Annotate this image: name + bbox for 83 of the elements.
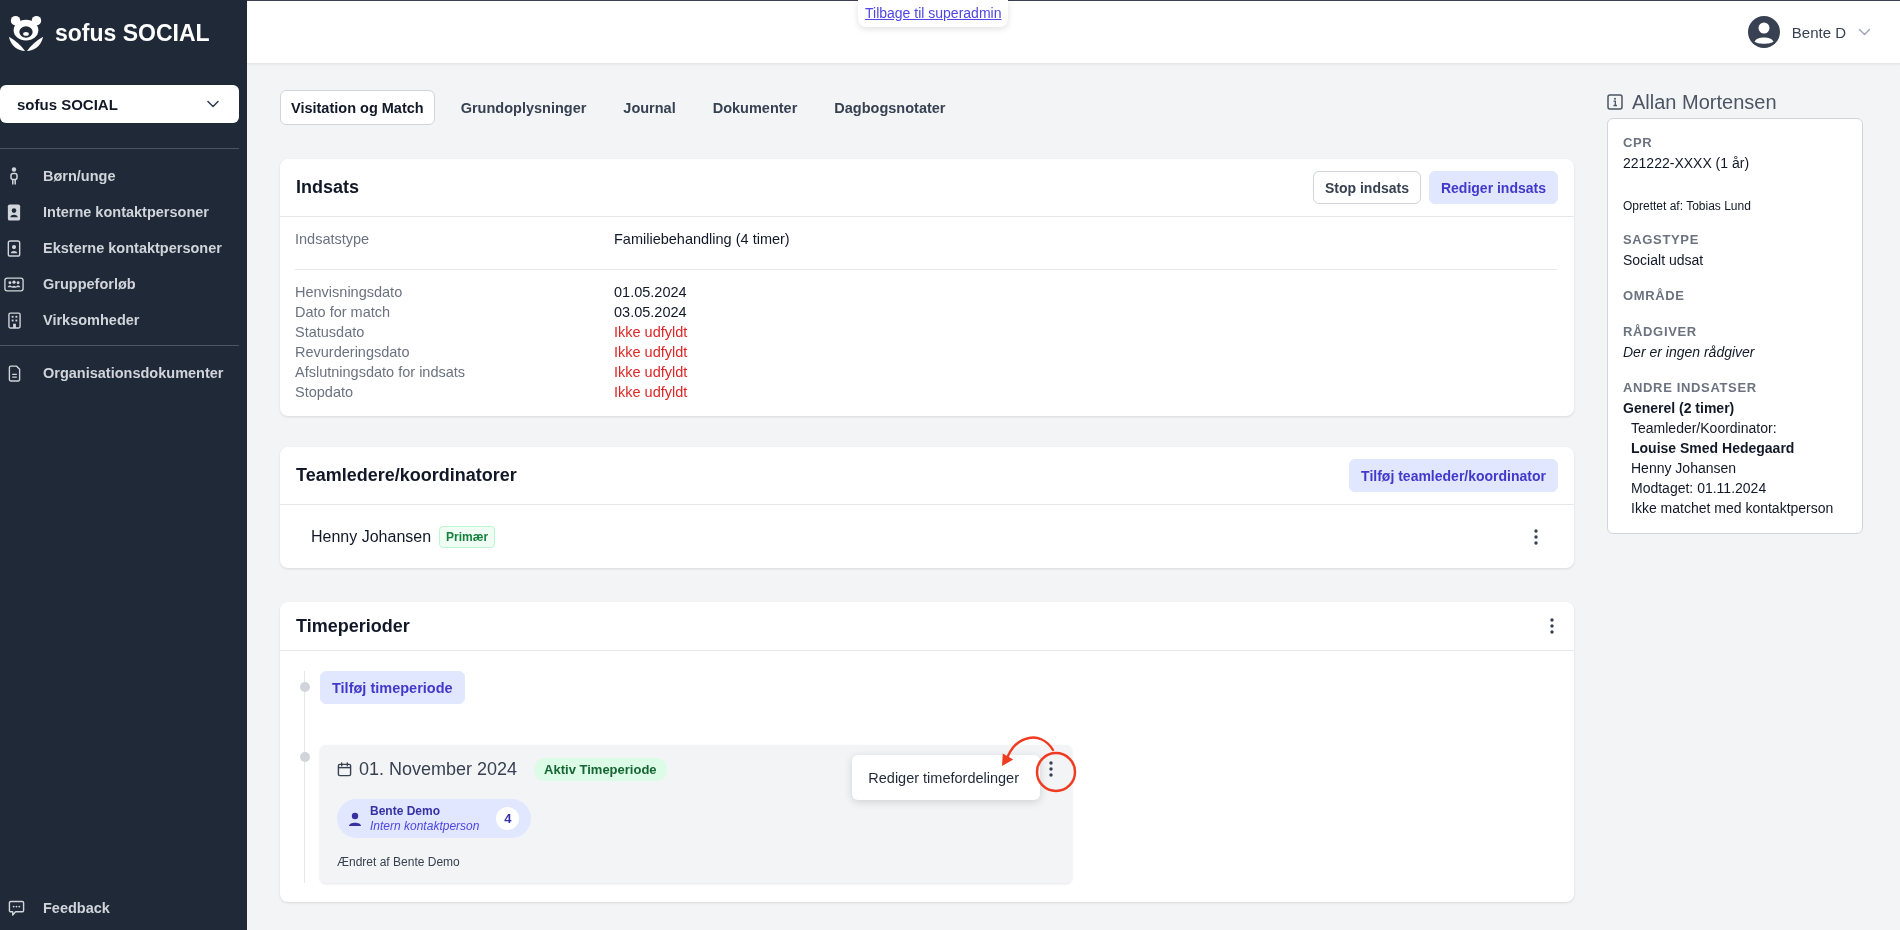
status-badge: Aktiv Timeperiode — [534, 757, 667, 781]
field-value: Ikke udfyldt — [614, 363, 688, 382]
changed-by-text: Ændret af Bente Demo — [337, 855, 461, 869]
id-badge-icon — [7, 203, 21, 221]
member-name: Henny Johansen — [311, 527, 432, 546]
timeline-dot-icon — [300, 682, 310, 692]
person-icon — [348, 811, 362, 826]
calendar-icon — [337, 761, 352, 777]
assignee-role: Intern kontaktperson — [370, 818, 480, 834]
add-period-button[interactable]: Tilføj timeperiode — [320, 671, 465, 704]
field-label: Dato for match — [295, 303, 391, 322]
field-value: Ikke udfyldt — [614, 323, 688, 342]
tab[interactable]: Dokumenter — [701, 90, 809, 125]
field-label: Afslutningsdato for indsats — [295, 363, 466, 382]
field-value: Ikke udfyldt — [614, 383, 688, 402]
more-vertical-icon — [1534, 528, 1538, 545]
tab[interactable]: Visitation og Match — [280, 90, 435, 125]
add-team-leader-button[interactable]: Tilføj teamleder/koordinator — [1349, 459, 1558, 492]
field-label: Henvisningsdato — [295, 283, 403, 302]
nav-item[interactable]: Virksomheder — [0, 302, 239, 338]
organization-select[interactable]: sofus SOCIAL — [0, 85, 239, 123]
field-value: 03.05.2024 — [614, 303, 687, 322]
info-icon — [1607, 94, 1623, 110]
nav-item[interactable]: Gruppeforløb — [0, 266, 239, 302]
count-badge: 4 — [496, 807, 520, 830]
effort-detail: Ikke matchet med kontaktperson — [1630, 499, 1835, 518]
nav-item[interactable]: Børn/unge — [0, 158, 239, 194]
tab[interactable]: Dagbogsnotater — [823, 90, 957, 125]
info-label: RÅDGIVER — [1623, 323, 1698, 341]
person-name: Allan Mortensen — [1632, 90, 1777, 114]
role-badge: Primær — [439, 525, 496, 548]
action-button[interactable]: Rediger indsats — [1428, 171, 1558, 204]
nav-item[interactable]: Eksterne kontaktpersoner — [0, 230, 239, 266]
tab[interactable]: Grundoplysninger — [449, 90, 598, 125]
action-button[interactable]: Stop indsats — [1312, 171, 1421, 204]
nav-item[interactable]: Interne kontaktpersoner — [0, 194, 239, 230]
created-by-note: Oprettet af: Tobias Lund — [1623, 198, 1752, 214]
timeline-dot-icon — [300, 752, 310, 762]
back-to-superadmin-link[interactable]: Tilbage til superadmin — [858, 0, 1009, 27]
field-label: Statusdato — [295, 323, 365, 342]
info-label: SAGSTYPE — [1623, 231, 1700, 249]
logo-text: sofus SOCIAL — [55, 19, 210, 47]
assignee-name: Bente Demo — [370, 803, 441, 819]
tab[interactable]: Journal — [612, 90, 687, 125]
info-label: ANDRE INDSATSER — [1623, 379, 1758, 397]
user-menu-button[interactable]: Bente D — [1747, 16, 1871, 48]
field-label: Stopdato — [295, 383, 354, 402]
card-title: Teamledere/koordinatorer — [296, 465, 517, 486]
period-date: 01. November 2024 — [359, 758, 518, 780]
info-label: OMRÅDE — [1623, 287, 1686, 305]
chat-bubble-icon — [7, 899, 25, 917]
building-icon — [7, 311, 21, 329]
chevron-down-icon — [1858, 28, 1871, 36]
more-vertical-icon — [1550, 618, 1554, 634]
info-value: 221222-XXXX (1 år) — [1623, 154, 1751, 173]
effort-detail: Modtaget: 01.11.2024 — [1630, 479, 1768, 498]
user-avatar-icon — [1747, 16, 1780, 48]
field-label: Indsatstype — [295, 230, 370, 249]
bear-logo-icon — [7, 13, 45, 53]
chevron-down-icon — [207, 100, 219, 108]
nav-item[interactable]: Organisationsdokumenter — [0, 355, 239, 391]
info-label: CPR — [1623, 134, 1654, 152]
field-value: Ikke udfyldt — [614, 343, 688, 362]
effort-title: Generel (2 timer) — [1623, 399, 1736, 418]
annotation-arrow — [999, 735, 1057, 768]
document-icon — [7, 364, 21, 382]
effort-detail: Louise Smed Hedegaard — [1630, 439, 1796, 458]
field-label: Revurderingsdato — [295, 343, 410, 362]
field-value: Familiebehandling (4 timer) — [614, 230, 790, 249]
field-value: 01.05.2024 — [614, 283, 687, 302]
empty-note: Der er ingen rådgiver — [1623, 343, 1756, 362]
more-vertical-icon — [1049, 761, 1053, 777]
feedback-link[interactable]: Feedback — [0, 890, 239, 926]
info-value: Socialt udsat — [1623, 251, 1705, 270]
group-icon — [4, 276, 24, 292]
menu-item[interactable]: Rediger timefordelinger — [868, 770, 1019, 786]
card-title: Indsats — [296, 177, 360, 198]
effort-detail: Henny Johansen — [1630, 459, 1738, 478]
assignee-chip[interactable]: Bente Demo Intern kontaktperson 4 — [337, 799, 532, 838]
id-card-icon — [7, 239, 21, 257]
card-title: Timeperioder — [296, 615, 410, 637]
effort-detail: Teamleder/Koordinator: — [1630, 419, 1778, 438]
child-icon — [9, 167, 19, 185]
